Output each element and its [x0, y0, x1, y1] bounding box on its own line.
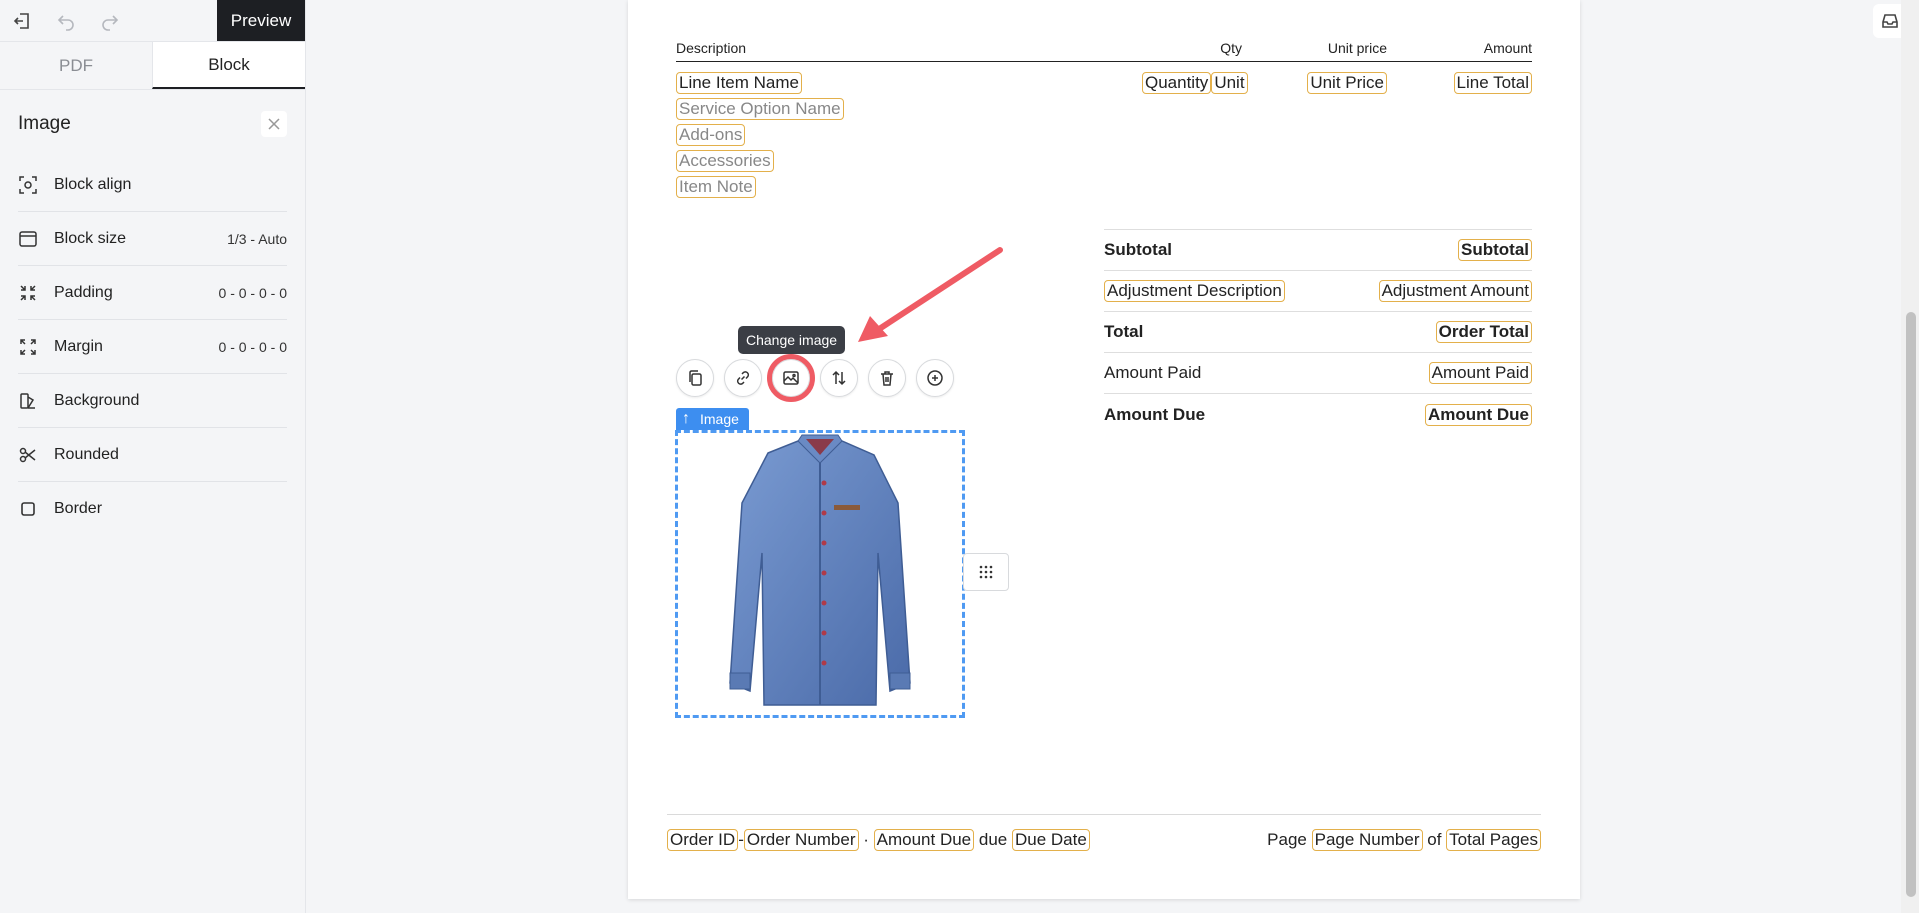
unit-price-chip[interactable]: Unit Price: [1307, 72, 1387, 94]
amount-due-chip[interactable]: Amount Due: [873, 829, 975, 851]
totals-row-adjustment: Adjustment Description Adjustment Amount: [1104, 271, 1532, 312]
totals-row-amount-paid: Amount Paid Amount Paid: [1104, 353, 1532, 394]
document-page: Description Qty Unit price Amount Line I…: [628, 0, 1580, 899]
preview-button[interactable]: Preview: [217, 0, 305, 41]
add-block-button[interactable]: [916, 359, 954, 397]
prop-padding[interactable]: Padding 0 - 0 - 0 - 0: [18, 266, 287, 320]
totals-row-subtotal: Subtotal Subtotal: [1104, 230, 1532, 271]
totals-row-total: Total Order Total: [1104, 312, 1532, 353]
window-icon: [18, 229, 38, 249]
image-block[interactable]: [675, 430, 965, 718]
footer-right: Page Page Number of Total Pages: [1267, 829, 1541, 851]
property-list: Block align Block size 1/3 - Auto Paddin…: [0, 158, 305, 536]
change-image-tooltip: Change image: [738, 326, 846, 354]
target-icon: [18, 175, 38, 195]
page-scrollbar[interactable]: [1901, 0, 1919, 913]
order-number-chip[interactable]: Order Number: [743, 829, 859, 851]
accessories-chip[interactable]: Accessories: [676, 150, 774, 172]
prop-margin[interactable]: Margin 0 - 0 - 0 - 0: [18, 320, 287, 374]
prop-rounded[interactable]: Rounded: [18, 428, 287, 482]
line-item-name-chip[interactable]: Line Item Name: [676, 72, 802, 94]
annotation-arrow: [858, 247, 1003, 342]
copy-icon: [689, 370, 702, 386]
image-icon: [783, 371, 799, 385]
expand-icon: [18, 337, 38, 357]
footer-left: Order ID - Order Number · Amount Due due D…: [667, 829, 1090, 851]
arrow-up-icon: ↑: [682, 410, 690, 427]
square-icon: [18, 499, 38, 519]
line-total-chip[interactable]: Line Total: [1453, 72, 1532, 94]
swap-icon: [832, 370, 846, 386]
quantity-chip[interactable]: Quantity: [1142, 72, 1212, 94]
document-footer: Order ID - Order Number · Amount Due due D…: [667, 814, 1541, 851]
panel-header: Image: [0, 90, 305, 158]
image-block-label[interactable]: ↑ Image: [676, 408, 749, 430]
trash-icon: [881, 371, 893, 386]
plus-circle-icon: [927, 370, 943, 386]
tab-pdf[interactable]: PDF: [0, 42, 152, 89]
sidebar: Preview PDF Block Image Block align Bloc…: [0, 0, 306, 913]
drag-handle[interactable]: [963, 553, 1009, 591]
scrollbar-thumb[interactable]: [1906, 312, 1916, 897]
order-id-chip[interactable]: Order ID: [667, 829, 739, 851]
exit-icon[interactable]: [0, 0, 44, 41]
panel-title: Image: [18, 113, 71, 134]
scissors-icon: [18, 445, 38, 465]
item-note-chip[interactable]: Item Note: [676, 176, 756, 198]
change-image-button[interactable]: [767, 354, 815, 402]
tab-block[interactable]: Block: [152, 42, 305, 89]
delete-button[interactable]: [868, 359, 906, 397]
totals-row-amount-due: Amount Due Amount Due: [1104, 394, 1532, 435]
totals-table: Subtotal Subtotal Adjustment Description…: [1104, 229, 1532, 435]
grid-dots-icon: [979, 565, 993, 579]
table-header: Description Qty Unit price Amount: [676, 34, 1532, 62]
prop-background[interactable]: Background: [18, 374, 287, 428]
image-block-toolbar: [676, 354, 954, 402]
prop-block-size[interactable]: Block size 1/3 - Auto: [18, 212, 287, 266]
due-date-chip[interactable]: Due Date: [1011, 829, 1090, 851]
panel-tabs: PDF Block: [0, 41, 305, 90]
duplicate-button[interactable]: [676, 359, 714, 397]
undo-icon[interactable]: [44, 0, 88, 41]
shirt-image: [729, 434, 911, 706]
link-button[interactable]: [724, 359, 762, 397]
service-option-chip[interactable]: Service Option Name: [676, 98, 844, 120]
compress-icon: [18, 283, 38, 303]
page-number-chip[interactable]: Page Number: [1311, 829, 1423, 851]
top-toolbar: Preview: [0, 0, 305, 41]
redo-icon[interactable]: [88, 0, 132, 41]
prop-block-align[interactable]: Block align: [18, 158, 287, 212]
close-panel-button[interactable]: [261, 111, 287, 137]
total-pages-chip[interactable]: Total Pages: [1446, 829, 1541, 851]
prop-border[interactable]: Border: [18, 482, 287, 536]
addons-chip[interactable]: Add-ons: [676, 124, 746, 146]
table-row: Line Item Name Service Option Name Add-o…: [676, 62, 1532, 202]
line-items-table: Description Qty Unit price Amount Line I…: [676, 34, 1532, 202]
link-icon: [736, 371, 750, 385]
paint-icon: [18, 391, 38, 411]
close-icon: [268, 118, 280, 130]
swap-button[interactable]: [820, 359, 858, 397]
